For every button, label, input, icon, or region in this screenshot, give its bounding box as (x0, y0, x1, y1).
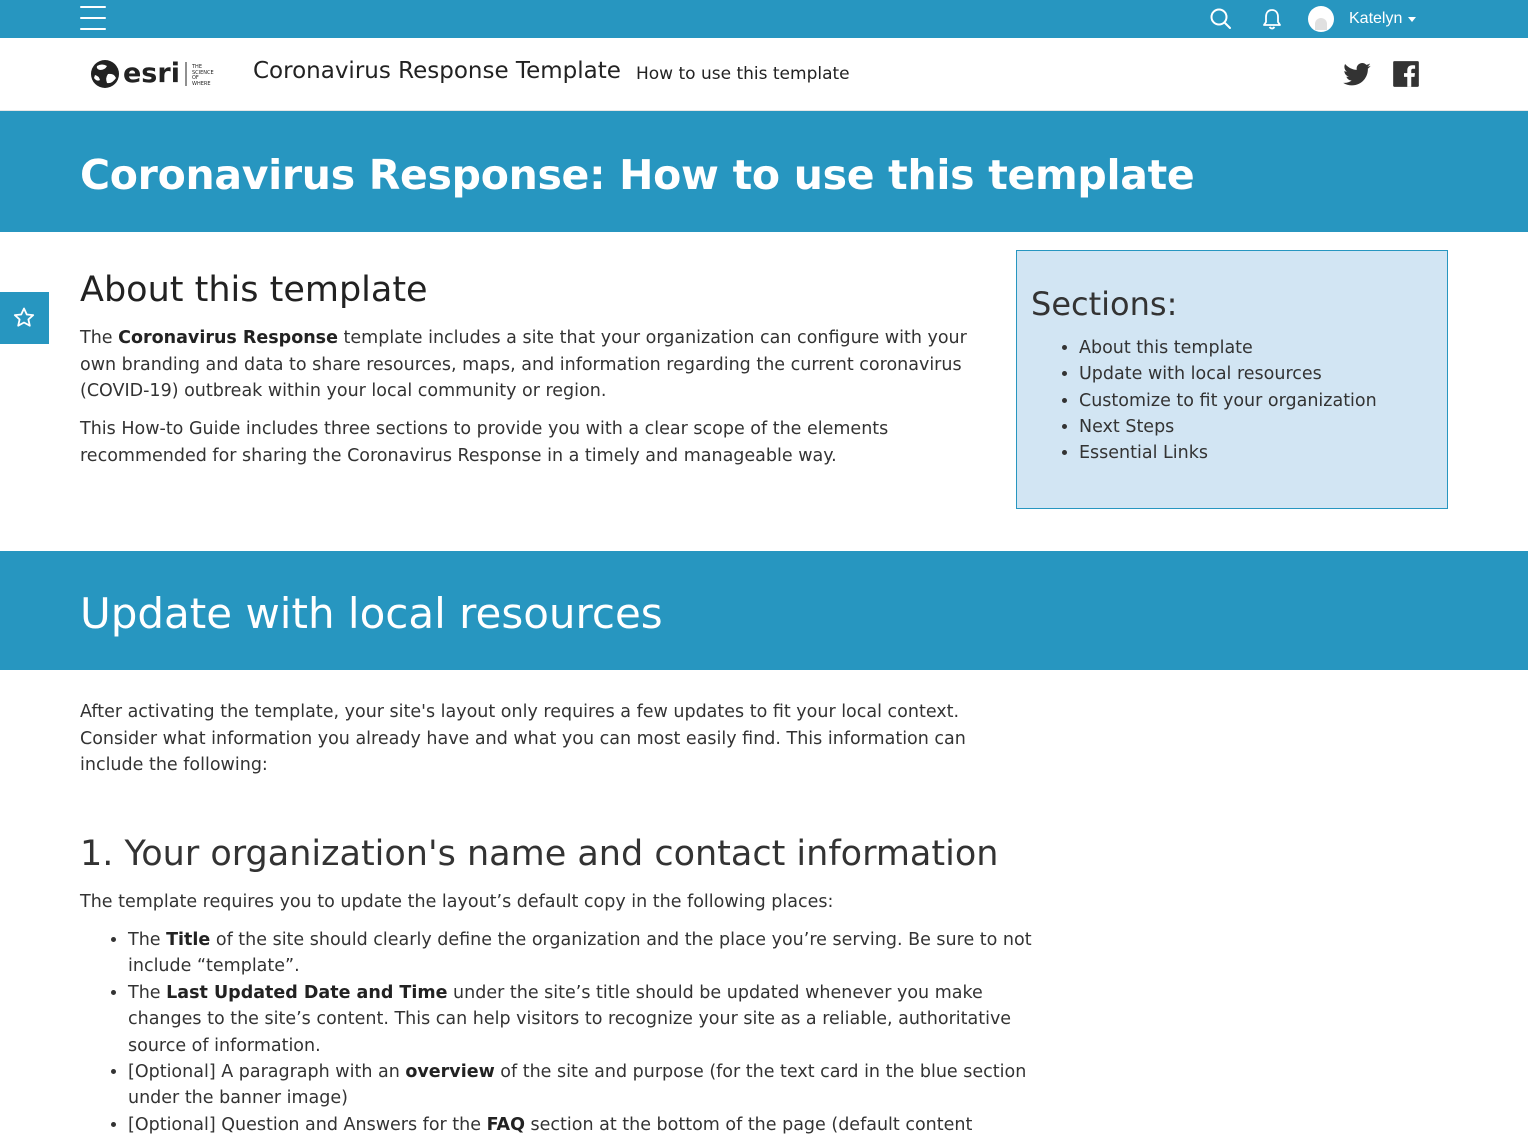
section-link-essential-links[interactable]: Essential Links (1079, 440, 1377, 466)
about-paragraph-1: The Coronavirus Response template includ… (80, 328, 967, 401)
star-icon (13, 307, 35, 327)
user-name[interactable]: Katelyn (1349, 10, 1402, 28)
list-item: [Optional] Question and Answers for the … (128, 1112, 1038, 1138)
section-link-customize[interactable]: Customize to fit your organization (1079, 388, 1377, 414)
facebook-icon[interactable] (1392, 60, 1422, 90)
about-paragraph-2: This How-to Guide includes three section… (80, 419, 889, 466)
chevron-down-icon[interactable] (1408, 16, 1417, 22)
about-heading: About this template (80, 270, 428, 310)
search-icon[interactable] (1208, 6, 1234, 32)
user-menu[interactable]: Katelyn (1308, 5, 1417, 33)
section-link-update[interactable]: Update with local resources (1079, 361, 1377, 387)
site-title-link[interactable]: Coronavirus Response Template (253, 58, 621, 84)
esri-logo[interactable]: esri THE SCIENCE OF WHERE (88, 54, 228, 94)
favorite-tab[interactable] (0, 292, 49, 344)
org-info-list: The Title of the site should clearly def… (80, 927, 1038, 1138)
update-intro: After activating the template, your site… (80, 702, 966, 775)
menu-icon[interactable] (78, 4, 108, 32)
update-heading: Update with local resources (80, 589, 663, 638)
list-item: [Optional] A paragraph with an overview … (128, 1059, 1038, 1112)
org-info-heading: 1. Your organization's name and contact … (80, 834, 999, 874)
list-item: The Last Updated Date and Time under the… (128, 980, 1038, 1059)
site-header: esri THE SCIENCE OF WHERE Coronavirus Re… (0, 38, 1528, 111)
section-link-about[interactable]: About this template (1079, 335, 1377, 361)
list-item: The Title of the site should clearly def… (128, 927, 1038, 980)
page-title: Coronavirus Response: How to use this te… (80, 151, 1195, 199)
svg-text:esri: esri (123, 58, 180, 89)
sections-card: Sections: About this template Update wit… (1016, 250, 1448, 509)
svg-text:WHERE: WHERE (192, 81, 211, 87)
twitter-icon[interactable] (1342, 60, 1372, 90)
sections-list: About this template Update with local re… (1031, 335, 1377, 466)
org-info-intro: The template requires you to update the … (80, 892, 834, 912)
section-link-next-steps[interactable]: Next Steps (1079, 414, 1377, 440)
hero-banner: Coronavirus Response: How to use this te… (0, 111, 1528, 232)
avatar[interactable] (1308, 6, 1334, 32)
sections-heading: Sections: (1031, 285, 1178, 323)
bell-icon[interactable] (1259, 6, 1285, 32)
top-nav-bar: Katelyn (0, 0, 1528, 38)
nav-link-how-to[interactable]: How to use this template (636, 64, 850, 84)
update-banner: Update with local resources (0, 551, 1528, 670)
